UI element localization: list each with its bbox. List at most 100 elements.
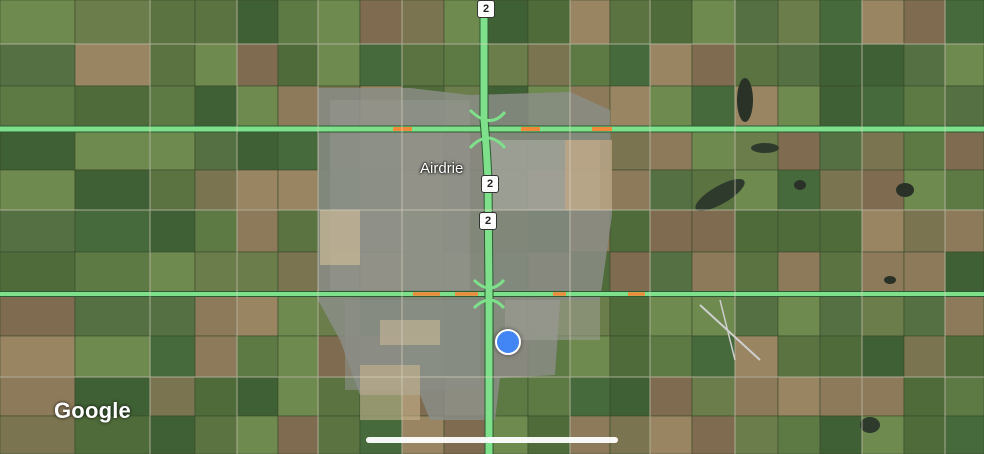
farm-field	[777, 335, 821, 378]
farm-field	[74, 251, 151, 295]
farm-field	[609, 376, 651, 417]
farm-field	[74, 293, 151, 337]
farm-field	[401, 0, 445, 45]
farm-field	[691, 128, 736, 171]
farm-field	[0, 43, 76, 87]
current-location-dot[interactable]	[495, 329, 521, 355]
highway-2-shield-south[interactable]: 2	[479, 212, 497, 230]
farm-field	[236, 209, 279, 253]
farm-field	[149, 128, 196, 171]
farm-field	[236, 335, 279, 378]
farm-field	[903, 251, 946, 295]
farm-field	[861, 209, 905, 253]
farm-field	[944, 376, 984, 417]
farm-field	[861, 376, 905, 417]
farm-field	[819, 128, 863, 171]
farm-field	[777, 43, 821, 87]
farm-field	[0, 293, 76, 337]
farm-field	[819, 415, 863, 454]
farm-field	[691, 209, 736, 253]
farm-field	[194, 128, 238, 171]
farm-field	[649, 169, 693, 211]
farm-field	[277, 251, 319, 295]
farm-field	[734, 251, 779, 295]
farm-field	[609, 85, 651, 130]
farm-field	[149, 376, 196, 417]
farm-field	[691, 376, 736, 417]
farm-field	[777, 0, 821, 45]
farm-field	[149, 209, 196, 253]
farm-field	[317, 0, 361, 45]
farm-field	[903, 0, 946, 45]
farm-field	[819, 251, 863, 295]
farm-field	[74, 335, 151, 378]
farm-field	[649, 43, 693, 87]
farm-field	[609, 335, 651, 378]
farm-field	[0, 335, 76, 378]
farm-field	[277, 293, 319, 337]
farm-field	[944, 85, 984, 130]
farm-field	[527, 43, 571, 87]
farm-field	[734, 169, 779, 211]
farm-field	[236, 43, 279, 87]
farm-field	[194, 335, 238, 378]
farm-field	[569, 415, 611, 454]
farm-field	[359, 43, 403, 87]
map-view[interactable]: 2 2 2 Airdrie Google	[0, 0, 984, 454]
farm-field	[236, 251, 279, 295]
farm-field	[734, 415, 779, 454]
farm-field	[194, 43, 238, 87]
farm-field	[944, 209, 984, 253]
farm-field	[194, 415, 238, 454]
farm-field	[443, 415, 487, 454]
farm-field	[149, 293, 196, 337]
highway-2-shield-center[interactable]: 2	[481, 175, 499, 193]
farm-field	[149, 169, 196, 211]
farm-field	[569, 335, 611, 378]
farm-field	[236, 128, 279, 171]
farm-field	[401, 43, 445, 87]
farm-field	[691, 415, 736, 454]
farm-field	[819, 0, 863, 45]
farm-field	[861, 43, 905, 87]
farm-field	[944, 128, 984, 171]
farm-field	[649, 293, 693, 337]
farm-field	[74, 128, 151, 171]
home-indicator-bar[interactable]	[366, 437, 618, 443]
farm-field	[609, 415, 651, 454]
farm-field	[649, 128, 693, 171]
farm-field	[359, 0, 403, 45]
farm-field	[236, 376, 279, 417]
farm-field	[236, 169, 279, 211]
farm-field	[777, 415, 821, 454]
farm-field	[903, 209, 946, 253]
farm-field	[569, 376, 611, 417]
farm-field	[74, 85, 151, 130]
farm-field	[903, 376, 946, 417]
farm-field	[277, 169, 319, 211]
farm-field	[277, 415, 319, 454]
farm-field	[819, 376, 863, 417]
farm-field	[527, 376, 571, 417]
farm-field	[861, 335, 905, 378]
city-label-airdrie[interactable]: Airdrie	[420, 160, 463, 177]
farm-field	[0, 0, 76, 45]
farm-field	[944, 415, 984, 454]
farm-field	[691, 335, 736, 378]
highway-2-shield-north[interactable]: 2	[477, 0, 495, 18]
farm-field	[194, 376, 238, 417]
farm-field	[194, 169, 238, 211]
farm-field	[149, 335, 196, 378]
farm-field	[569, 0, 611, 45]
farm-field	[0, 251, 76, 295]
farm-field	[777, 169, 821, 211]
farm-field	[194, 251, 238, 295]
farm-field	[691, 85, 736, 130]
farm-field	[903, 335, 946, 378]
farm-field	[861, 251, 905, 295]
farm-field	[317, 43, 361, 87]
farm-field	[609, 43, 651, 87]
farm-field	[944, 43, 984, 87]
farm-field	[944, 169, 984, 211]
farm-field	[277, 209, 319, 253]
